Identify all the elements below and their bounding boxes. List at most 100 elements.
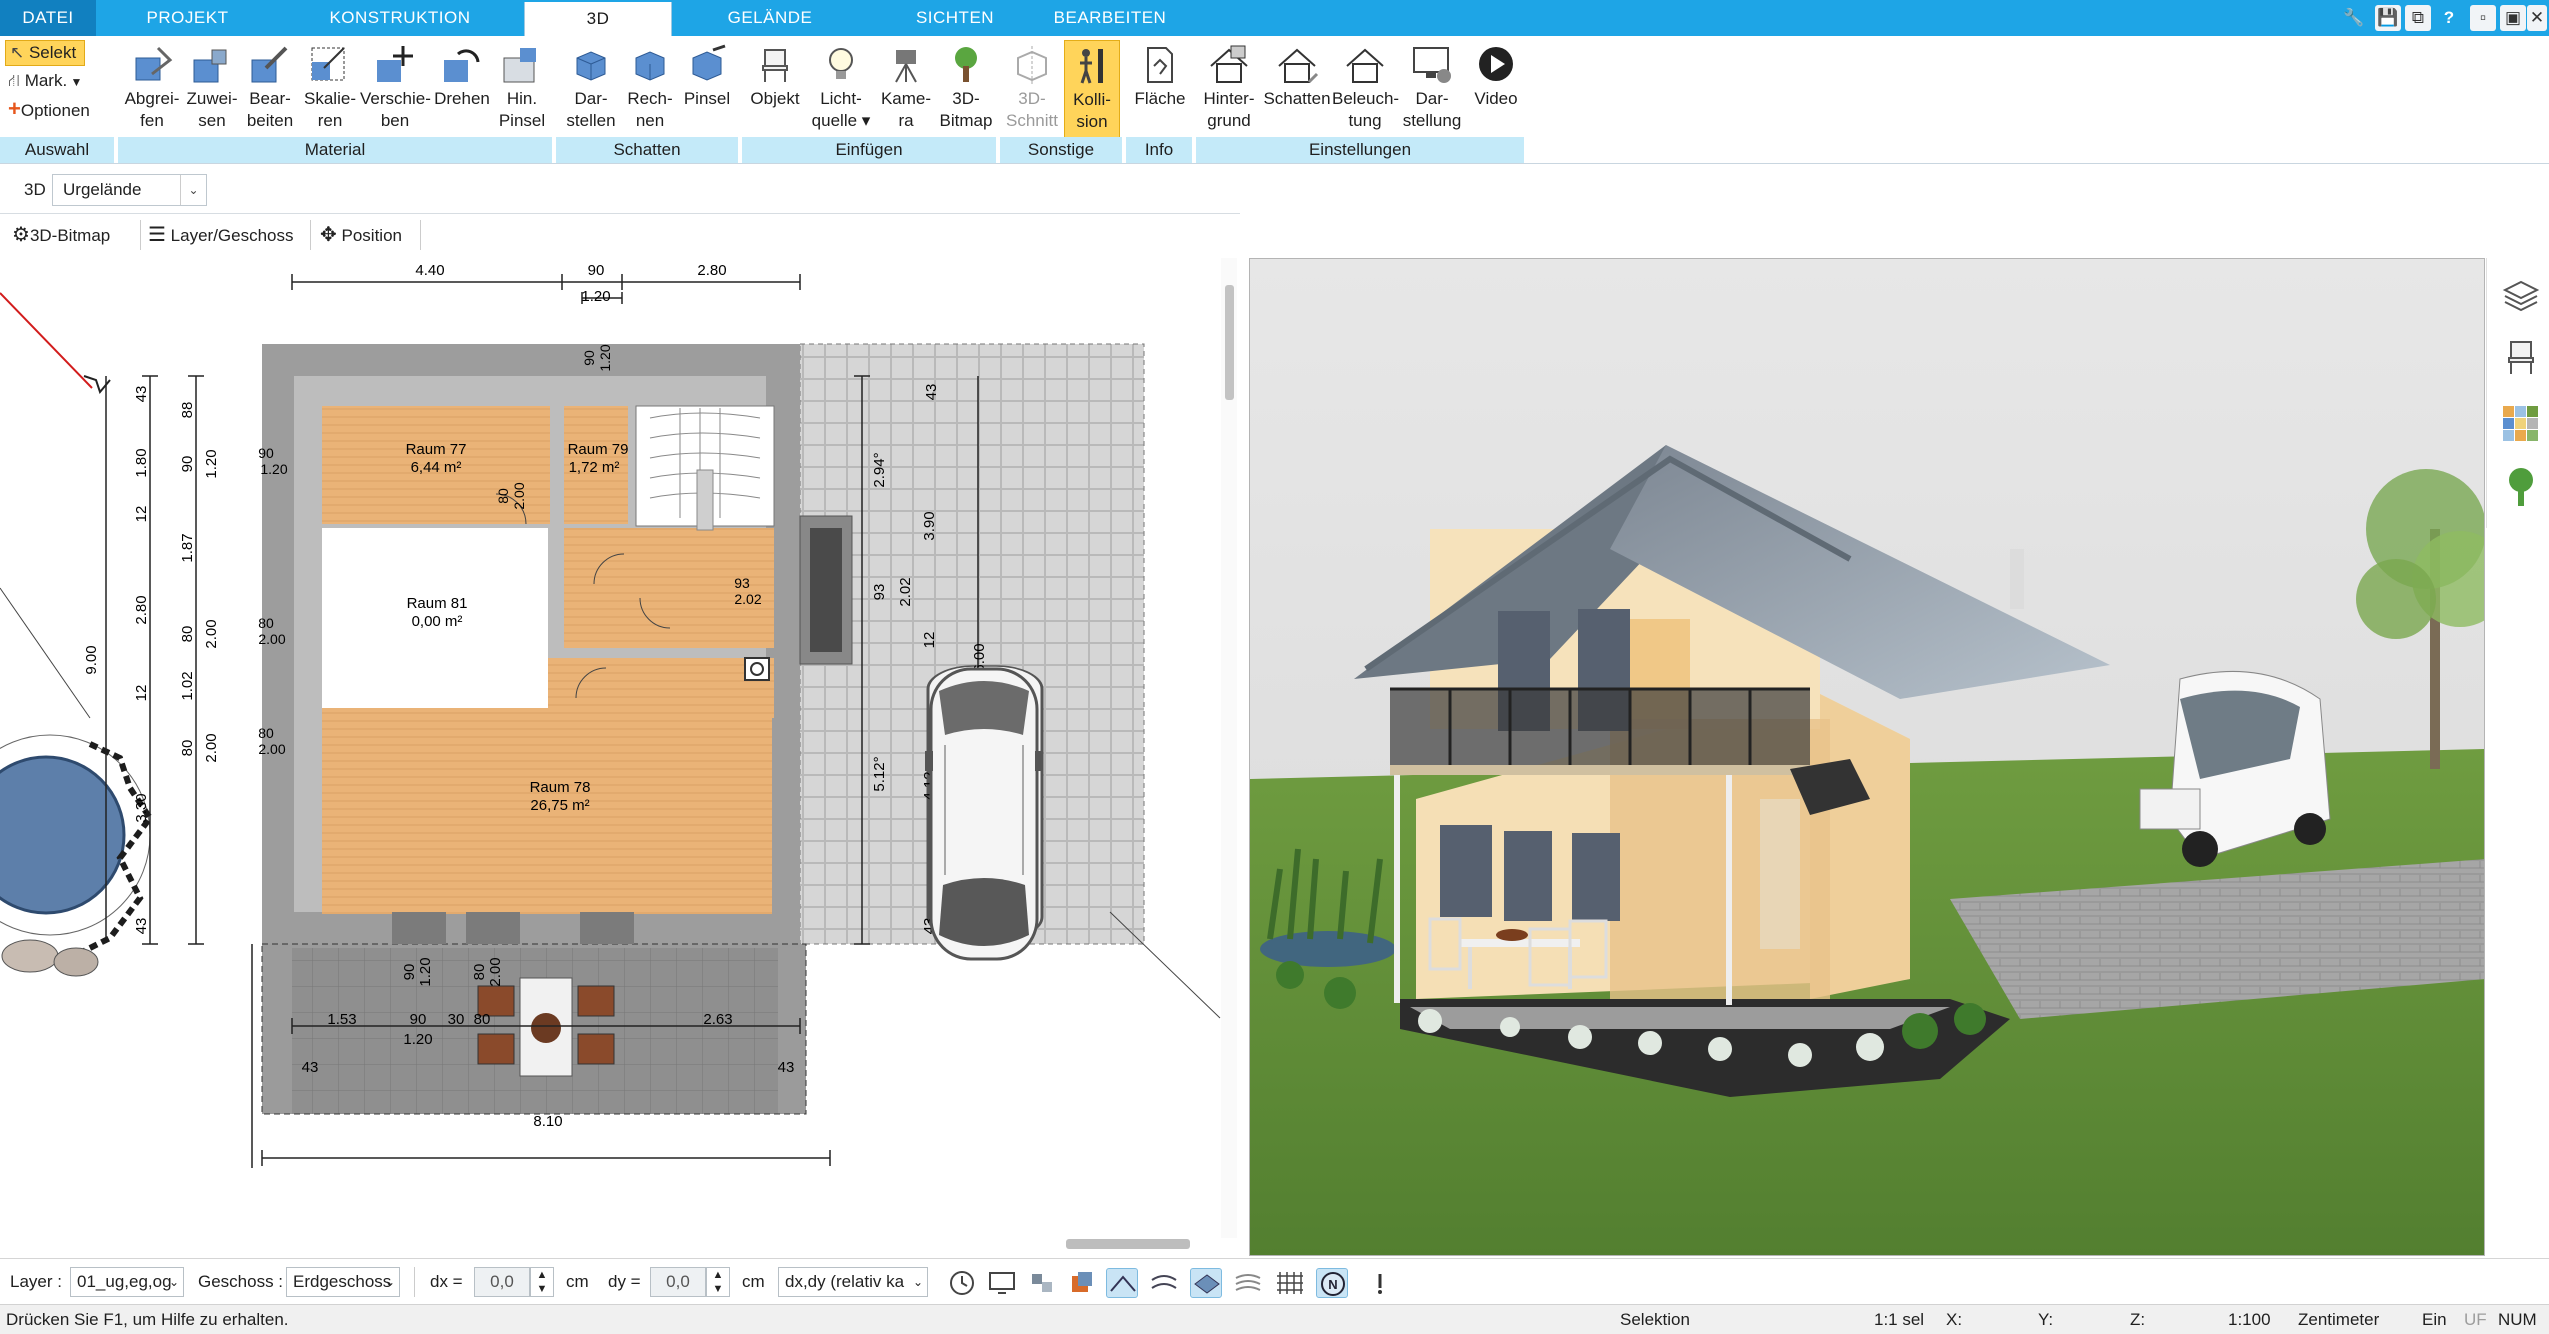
video-label: Video [1474, 89, 1518, 108]
room-81-name: Raum 81 [407, 595, 468, 612]
plan-vertical-scroll-thumb[interactable] [1225, 285, 1234, 400]
terrace-chair[interactable] [577, 1033, 615, 1065]
schatten-einst-button[interactable]: Schatten [1262, 40, 1332, 140]
stair-core [696, 469, 714, 531]
room-78-upper-floor[interactable] [548, 658, 774, 718]
kollision-button[interactable]: Kolli- sion [1064, 40, 1120, 140]
darstellung-button[interactable]: Dar- stellung [1398, 40, 1466, 140]
plan-horizontal-scroll-thumb[interactable] [1066, 1239, 1190, 1249]
dim-left-outer: 1.80 [133, 448, 150, 477]
position-button[interactable]: ✥ Position [320, 224, 402, 247]
geschoss-dropdown[interactable]: Erdgeschoss ⌄ [286, 1267, 400, 1297]
dx-input[interactable]: 0,0 [474, 1267, 530, 1297]
dim-wall: 2.00 [258, 631, 285, 647]
floor-plan-view[interactable]: Raum 77 6,44 m² Raum 79 1,72 m² Raum 81 … [0, 258, 1240, 1238]
layers-icon[interactable] [2501, 276, 2541, 316]
tools-icon[interactable]: 🔧 [2341, 5, 2367, 31]
schatten-darstellen-button[interactable]: Dar- stellen [560, 40, 622, 140]
plus-icon: + [8, 96, 21, 121]
north-icon[interactable]: N [1316, 1268, 1348, 1298]
mark-button[interactable]: ⛙ Mark. ▼ [8, 69, 82, 94]
snap-lines-icon[interactable] [1148, 1268, 1180, 1298]
dx-spinner[interactable]: ▲ ▼ [530, 1267, 554, 1297]
geschoss-label: Geschoss : [198, 1272, 284, 1291]
help-icon[interactable]: ? [2436, 5, 2462, 31]
options-button[interactable]: +Optionen [8, 97, 90, 123]
grid-icon[interactable] [1274, 1268, 1306, 1298]
3d-view[interactable] [1249, 258, 2485, 1256]
schnitt-button[interactable]: 3D- Schnitt [1002, 40, 1062, 140]
terrain-dropdown[interactable]: Urgelände ⌄ [52, 174, 207, 206]
materials-palette-icon[interactable] [2501, 404, 2541, 444]
car-icon[interactable] [925, 665, 1045, 965]
zuweisen-button[interactable]: Zuwei- sen [184, 40, 240, 140]
tab-gelaende[interactable]: GELÄNDE [710, 0, 830, 36]
bitmap-button[interactable]: 3D- Bitmap [936, 40, 996, 140]
mark-label: Mark. [24, 71, 68, 90]
lichtquelle-button[interactable]: Licht- quelle ▾ [806, 40, 876, 140]
dy-label: dy = [608, 1272, 641, 1291]
tab-datei[interactable]: DATEI [0, 0, 96, 36]
layer-dropdown[interactable]: 01_ug,eg,og ⌄ [70, 1267, 184, 1297]
status-y: Y: [2038, 1310, 2054, 1329]
close-button[interactable]: ✕ [2527, 5, 2547, 31]
layer-geschoss-button[interactable]: ☰ Layer/Geschoss [148, 224, 294, 247]
dim-wall: 2.00 [511, 482, 527, 509]
view-mode-label: 3D [24, 180, 46, 199]
hin-pinsel-button[interactable]: Hin. Pinsel [494, 40, 550, 140]
3d-render[interactable] [1250, 259, 2485, 1256]
schatten-einst-label: Schatten [1263, 89, 1331, 108]
bearbeiten-button[interactable]: Bear- beiten [240, 40, 300, 140]
drehen-button[interactable]: Drehen [430, 40, 494, 140]
dim-right: 3.90 [921, 511, 938, 540]
restore-button[interactable]: ▣ [2500, 5, 2526, 31]
room-78-name: Raum 78 [530, 779, 591, 796]
snap-plane-icon[interactable] [1190, 1268, 1222, 1298]
objekt-button[interactable]: Objekt [744, 40, 806, 140]
abgreifen-button[interactable]: Abgrei- fen [120, 40, 184, 140]
cube-layers-icon[interactable] [1066, 1268, 1098, 1298]
dim-left-inner: 90 [179, 456, 196, 473]
schatten-pinsel-button[interactable]: Pinsel [678, 40, 736, 140]
dim-left-inner: 2.00 [203, 619, 220, 648]
tree-icon[interactable] [2501, 466, 2541, 510]
tab-3d[interactable]: 3D [524, 2, 672, 36]
tab-konstruktion[interactable]: KONSTRUKTION [315, 0, 485, 36]
bitmap3d-tool-button[interactable]: ⚙3D-Bitmap [12, 224, 110, 247]
more-options-icon[interactable] [1364, 1268, 1396, 1298]
chair-icon[interactable] [2501, 338, 2541, 378]
copy-window-icon[interactable]: ⧉ [2405, 5, 2431, 31]
monitor-icon[interactable] [986, 1268, 1018, 1298]
video-button[interactable]: Video [1466, 40, 1526, 140]
stack-icon[interactable] [1232, 1268, 1264, 1298]
dim-bottom: 90 [401, 964, 418, 981]
kamera-button[interactable]: Kame- ra [876, 40, 936, 140]
beleuchtung-button[interactable]: Beleuch- tung [1332, 40, 1399, 140]
minimize-button[interactable]: ▫ [2470, 5, 2496, 31]
terrace-chair[interactable] [477, 1033, 515, 1065]
dim-bottom: 1.20 [403, 1031, 432, 1048]
terrace-chair[interactable] [577, 985, 615, 1017]
save-icon[interactable]: 💾 [2375, 5, 2401, 31]
group-objects-icon[interactable] [1026, 1268, 1058, 1298]
coordinate-mode-dropdown[interactable]: dx,dy (relativ ka ⌄ [778, 1267, 928, 1297]
hintergrund-button[interactable]: Hinter- grund [1196, 40, 1262, 140]
snap-roof-icon[interactable] [1106, 1268, 1138, 1298]
dy-input[interactable]: 0,0 [650, 1267, 706, 1297]
dy-spinner[interactable]: ▲ ▼ [706, 1267, 730, 1297]
dim-bottom: 90 [410, 1011, 427, 1028]
skalieren-button[interactable]: Skalie- ren [300, 40, 360, 140]
clock-icon[interactable] [946, 1268, 978, 1298]
floor-plan-drawing[interactable]: Raum 77 6,44 m² Raum 79 1,72 m² Raum 81 … [0, 258, 1240, 1238]
dim-left-inner: 2.00 [203, 733, 220, 762]
tab-bearbeiten[interactable]: BEARBEITEN [1040, 0, 1180, 36]
plan-vertical-scrollbar[interactable] [1221, 258, 1237, 1238]
verschieben-button[interactable]: Verschie- ben [360, 40, 431, 140]
bottom-divider [414, 1267, 415, 1297]
flaeche-button[interactable]: Fläche [1130, 40, 1190, 140]
tab-projekt[interactable]: PROJEKT [120, 0, 255, 36]
tab-sichten[interactable]: SICHTEN [895, 0, 1015, 36]
select-button[interactable]: ↖ Selekt [5, 40, 85, 66]
room-79-name: Raum 79 [568, 441, 629, 458]
schatten-rechnen-button[interactable]: Rech- nen [622, 40, 678, 140]
